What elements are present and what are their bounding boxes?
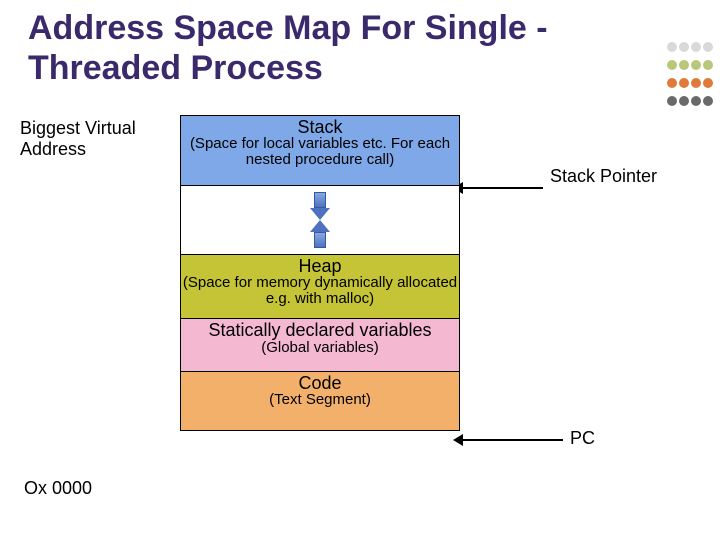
segment-static-title: Statically declared variables — [181, 319, 459, 340]
segment-stack: Stack (Space for local variables etc. Fo… — [180, 115, 460, 187]
segment-code: Code (Text Segment) — [180, 371, 460, 431]
segment-heap: Heap (Space for memory dynamically alloc… — [180, 254, 460, 320]
address-space-column: Stack (Space for local variables etc. Fo… — [180, 116, 460, 431]
label-zero-address: Ox 0000 — [24, 478, 92, 499]
segment-code-title: Code — [181, 372, 459, 393]
label-program-counter: PC — [570, 428, 595, 449]
label-biggest-virtual-address: Biggest Virtual Address — [20, 118, 140, 159]
segment-static-sub: (Global variables) — [181, 340, 459, 360]
segment-stack-sub: (Space for local variables etc. For each… — [181, 136, 459, 172]
segment-gap — [180, 185, 460, 255]
segment-code-sub: (Text Segment) — [181, 392, 459, 412]
segment-static: Statically declared variables (Global va… — [180, 318, 460, 372]
arrow-heap-grows-up-icon — [310, 220, 330, 248]
segment-heap-title: Heap — [181, 255, 459, 276]
arrow-stack-pointer — [463, 187, 543, 189]
decorative-dots — [666, 40, 714, 112]
arrow-stack-grows-down-icon — [310, 192, 330, 220]
label-stack-pointer: Stack Pointer — [550, 166, 657, 187]
segment-stack-title: Stack — [181, 116, 459, 137]
arrow-program-counter — [463, 439, 563, 441]
segment-heap-sub: (Space for memory dynamically allocated … — [181, 275, 459, 311]
page-title: Address Space Map For Single -Threaded P… — [28, 8, 668, 88]
